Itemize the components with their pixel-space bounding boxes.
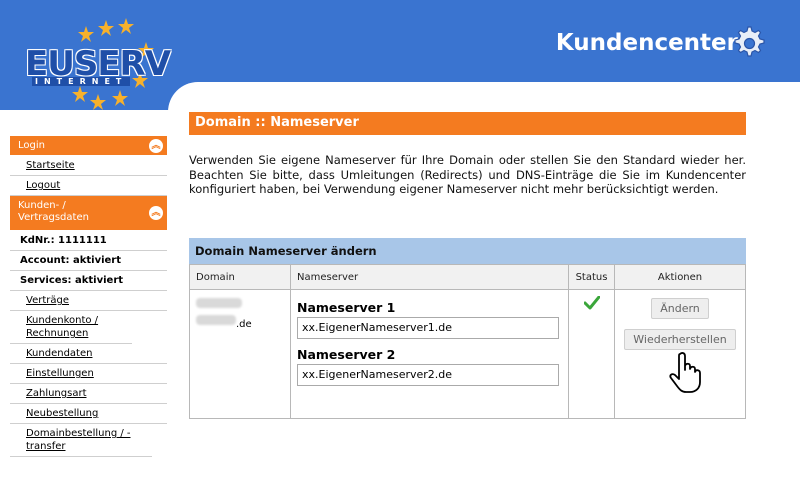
sidebar-link-kundendaten[interactable]: Kundendaten — [10, 344, 167, 364]
domain-suffix: .de — [236, 319, 252, 330]
chevron-up-icon[interactable]: ︽ — [149, 138, 163, 153]
sidebar-link-neubestellung[interactable]: Neubestellung — [10, 404, 167, 424]
sidebar-link-einstellungen[interactable]: Einstellungen — [10, 364, 167, 384]
table-row: .de Nameserver 1 xx.EigenerNameserver1.d… — [189, 289, 746, 419]
sidebar-link-vertraege[interactable]: Verträge — [10, 291, 167, 311]
column-header-domain: Domain — [189, 264, 291, 290]
chevron-up-icon[interactable]: ︽ — [149, 206, 163, 220]
column-header-status: Status — [568, 264, 615, 290]
column-header-actions: Aktionen — [614, 264, 746, 290]
blurred-domain-part — [196, 315, 236, 325]
euserv-logo[interactable]: EUSERV INTERNET — [8, 6, 171, 110]
page-title: Kundencenter — [555, 30, 738, 56]
restore-button[interactable]: Wiederherstellen — [624, 329, 736, 350]
change-button[interactable]: Ändern — [651, 298, 709, 319]
logo-subtitle: INTERNET — [32, 77, 131, 86]
sidebar-header-label: Login — [18, 140, 45, 151]
sidebar-link-logout[interactable]: Logout — [10, 176, 167, 196]
nameserver1-input[interactable]: xx.EigenerNameserver1.de — [297, 317, 559, 339]
sidebar-link-zahlungsart[interactable]: Zahlungsart — [10, 384, 167, 404]
gear-icon — [734, 26, 765, 57]
nameserver-table: Domain Nameserver Status Aktionen .de Na… — [189, 264, 746, 419]
main-content: Domain :: Nameserver Verwenden Sie eigen… — [189, 112, 746, 197]
domain-cell: .de — [189, 289, 291, 419]
intro-text: Verwenden Sie eigene Nameserver für Ihre… — [189, 153, 746, 196]
sidebar-link-startseite[interactable]: Startseite — [10, 156, 167, 176]
nameserver-cell: Nameserver 1 xx.EigenerNameserver1.de Na… — [290, 289, 569, 419]
section-heading: Domain :: Nameserver — [189, 112, 746, 135]
account-status: Account: aktiviert — [10, 251, 167, 271]
sidebar-header-label: Kunden- / Vertragsdaten — [18, 200, 89, 223]
hand-cursor-icon — [669, 352, 701, 393]
sidebar: Login ︽ Startseite Logout Kunden- / Vert… — [10, 136, 167, 457]
column-header-nameserver: Nameserver — [290, 264, 569, 290]
nameserver2-label: Nameserver 2 — [297, 347, 396, 362]
customer-number: KdNr.: 1111111 — [10, 231, 167, 251]
panel-title: Domain Nameserver ändern — [189, 238, 746, 264]
sidebar-link-kundenkonto[interactable]: Kundenkonto / Rechnungen — [10, 311, 132, 344]
sidebar-header-login[interactable]: Login ︽ — [10, 136, 167, 156]
nameserver-panel: Domain Nameserver ändern Domain Nameserv… — [189, 238, 746, 419]
nameserver2-input[interactable]: xx.EigenerNameserver2.de — [297, 364, 559, 386]
checkmark-icon — [583, 295, 600, 310]
status-cell — [568, 289, 615, 419]
sidebar-header-kunden[interactable]: Kunden- / Vertragsdaten ︽ — [10, 196, 167, 231]
blurred-domain-part — [196, 298, 242, 308]
nameserver1-label: Nameserver 1 — [297, 300, 396, 315]
sidebar-link-domainbestellung[interactable]: Domainbestellung / -transfer — [10, 424, 152, 457]
services-status: Services: aktiviert — [10, 271, 167, 291]
